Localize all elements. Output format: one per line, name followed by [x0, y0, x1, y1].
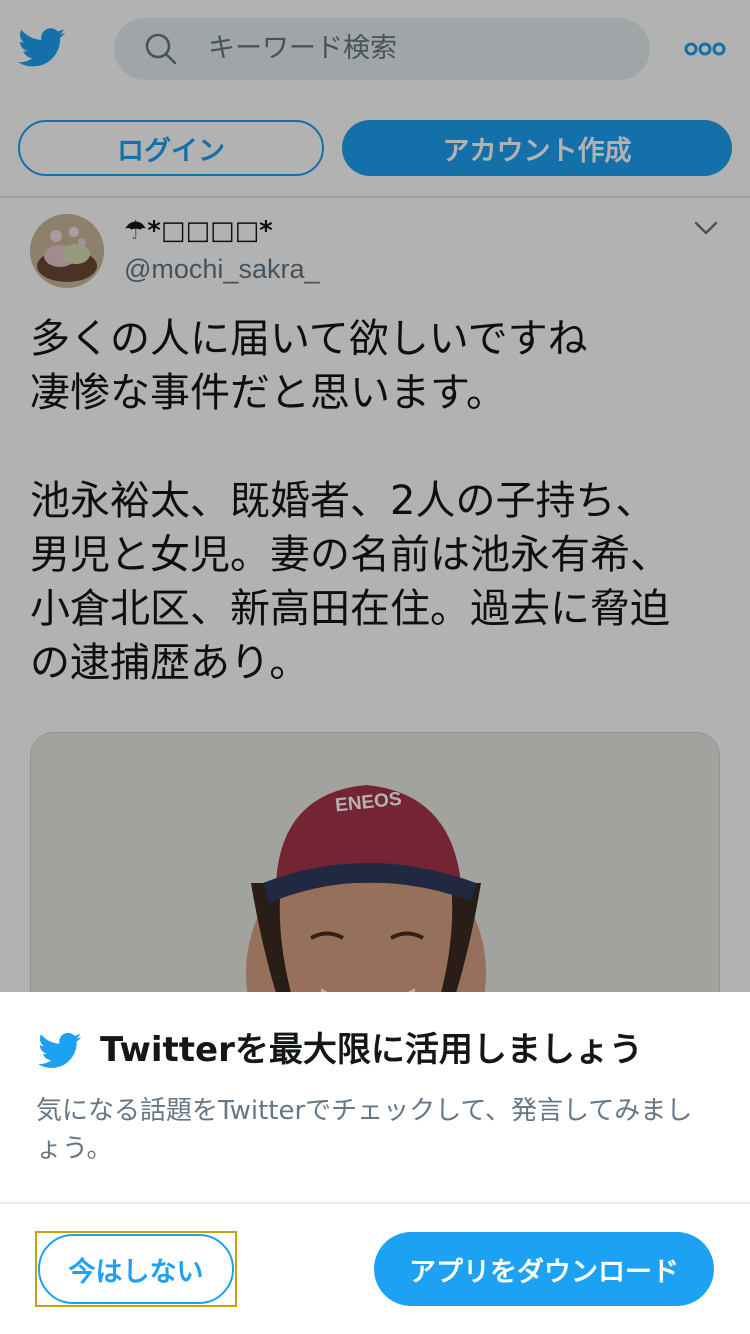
app-promo-sheet: Twitterを最大限に活用しましょう 気になる話題をTwitterでチェックし… — [0, 992, 750, 1334]
twitter-bird-icon — [38, 1032, 82, 1068]
sheet-title: Twitterを最大限に活用しましょう — [100, 1030, 643, 1070]
sheet-description: 気になる話題をTwitterでチェックして、発言してみましょう。 — [36, 1096, 693, 1164]
download-app-button[interactable]: アプリをダウンロード — [374, 1232, 714, 1306]
divider — [0, 1202, 750, 1204]
not-now-button[interactable]: 今はしない — [38, 1234, 234, 1304]
dim-overlay[interactable] — [0, 0, 750, 992]
